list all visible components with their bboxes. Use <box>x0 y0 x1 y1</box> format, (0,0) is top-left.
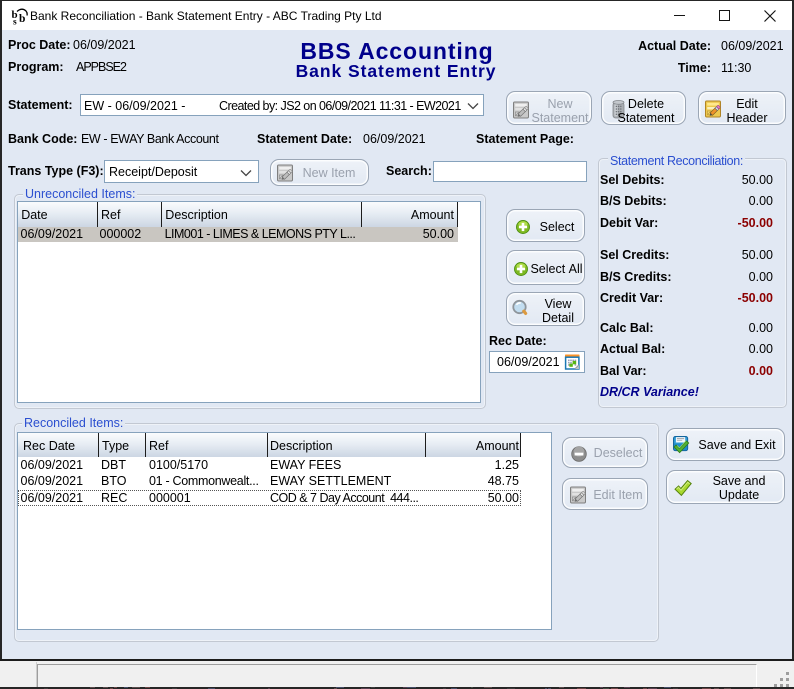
svg-text:s: s <box>13 18 17 26</box>
svg-text:b: b <box>19 13 25 25</box>
